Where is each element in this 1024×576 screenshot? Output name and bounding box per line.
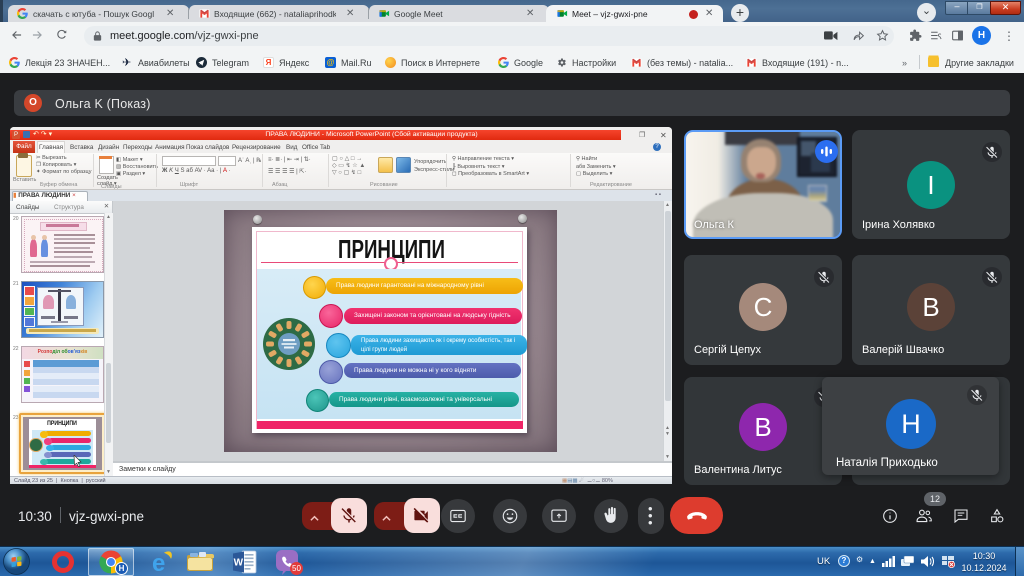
svg-text:e: e (152, 550, 165, 575)
svg-text:W: W (234, 558, 244, 569)
